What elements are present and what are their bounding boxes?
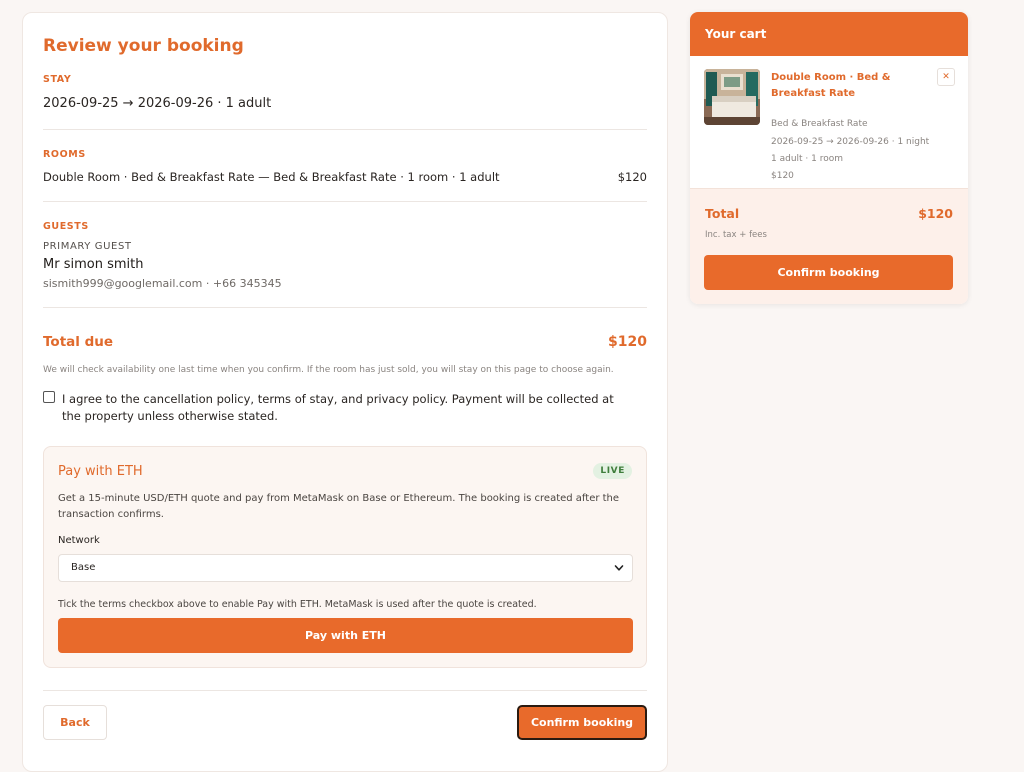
divider xyxy=(43,690,647,691)
cart-panel: Your cart Double Room · Bed & Breakfast … xyxy=(690,12,968,304)
cart-title: Your cart xyxy=(690,12,968,56)
network-label: Network xyxy=(58,535,100,546)
page-title: Review your booking xyxy=(43,36,244,56)
total-due-label: Total due xyxy=(43,334,114,350)
stay-section-label: STAY xyxy=(43,74,72,85)
room-price: $120 xyxy=(617,170,647,184)
divider xyxy=(43,307,647,308)
cart-room-name[interactable]: Double Room · Bed & Breakfast Rate xyxy=(771,70,891,102)
room-description: Double Room · Bed & Breakfast Rate — Bed… xyxy=(43,170,500,184)
guest-contact: sismith999@googlemail.com · +66 345345 xyxy=(43,277,282,290)
cart-footer: Total $120 Inc. tax + fees Confirm booki… xyxy=(690,188,968,304)
chevron-down-icon xyxy=(614,565,624,571)
divider xyxy=(43,201,647,202)
divider xyxy=(43,129,647,130)
room-thumbnail xyxy=(704,69,760,125)
network-select[interactable]: Base xyxy=(58,554,633,582)
guests-section-label: GUESTS xyxy=(43,221,89,232)
stay-dates: 2026-09-25 → 2026-09-26 · 1 adult xyxy=(43,96,272,111)
cart-item: Double Room · Bed & Breakfast Rate ✕ Bed… xyxy=(690,56,968,188)
cart-item-dates: 2026-09-25 → 2026-09-26 · 1 night xyxy=(771,137,930,147)
terms-checkbox[interactable] xyxy=(43,391,55,403)
pay-with-eth-button[interactable]: Pay with ETH xyxy=(58,618,633,653)
cart-confirm-booking-button[interactable]: Confirm booking xyxy=(704,255,953,290)
terms-text[interactable]: I agree to the cancellation policy, term… xyxy=(62,391,632,425)
cart-item-rate: Bed & Breakfast Rate xyxy=(771,119,868,129)
rooms-section-label: ROOMS xyxy=(43,149,86,160)
cart-total-label: Total xyxy=(705,206,740,221)
cart-total-value: $120 xyxy=(918,206,953,221)
network-selected-value: Base xyxy=(71,562,96,573)
guest-name: Mr simon smith xyxy=(43,257,144,272)
primary-guest-label: PRIMARY GUEST xyxy=(43,241,132,252)
booking-review-card: Review your booking STAY 2026-09-25 → 20… xyxy=(22,12,668,772)
cart-tax-note: Inc. tax + fees xyxy=(705,230,767,240)
total-due-value: $120 xyxy=(608,334,647,350)
eth-hint: Tick the terms checkbox above to enable … xyxy=(58,599,537,610)
pay-with-eth-panel: Pay with ETH LIVE Get a 15-minute USD/ET… xyxy=(43,446,647,668)
confirm-booking-button[interactable]: Confirm booking xyxy=(517,705,647,740)
cart-item-price: $120 xyxy=(771,171,794,181)
eth-description: Get a 15-minute USD/ETH quote and pay fr… xyxy=(58,493,620,520)
eth-panel-title: Pay with ETH xyxy=(58,464,143,479)
close-icon[interactable]: ✕ xyxy=(937,68,955,86)
cart-item-occupancy: 1 adult · 1 room xyxy=(771,154,843,164)
room-photo-icon xyxy=(704,69,760,125)
availability-note: We will check availability one last time… xyxy=(43,365,614,375)
live-badge: LIVE xyxy=(593,463,632,479)
back-button[interactable]: Back xyxy=(43,705,107,740)
